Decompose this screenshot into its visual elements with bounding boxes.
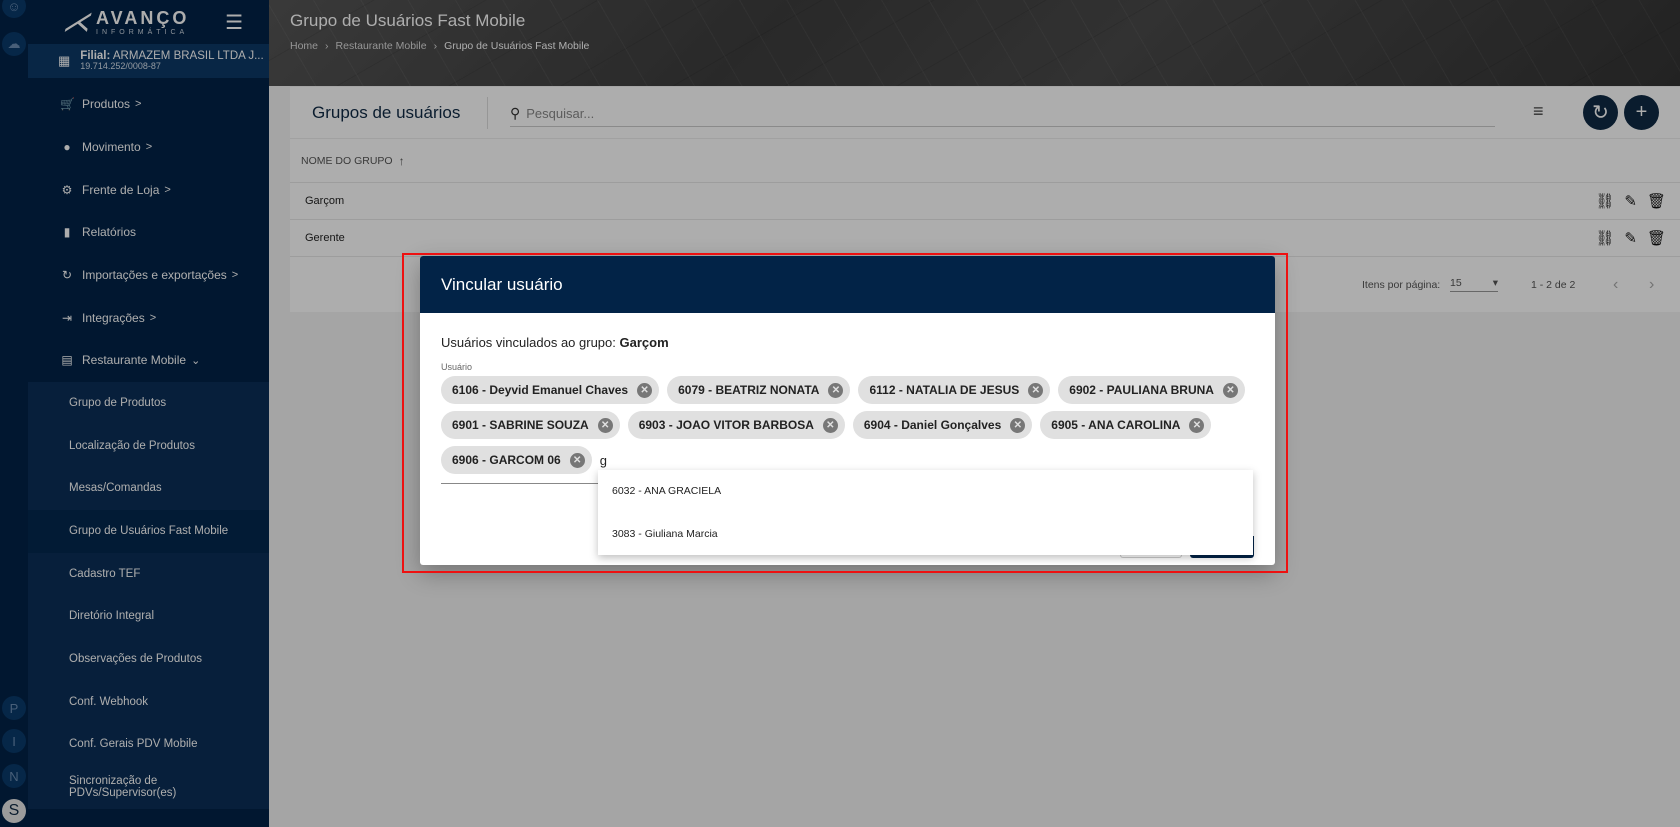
- highlight-box: [402, 253, 1288, 573]
